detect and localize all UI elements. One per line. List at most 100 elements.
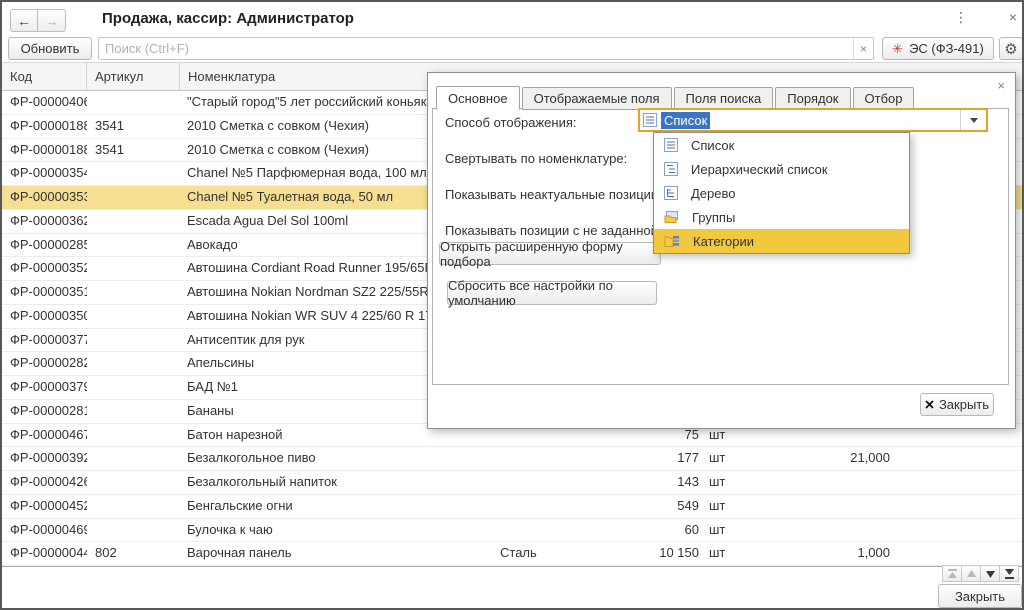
more-menu-icon[interactable]: ⋮ [952, 9, 970, 29]
dropdown-item[interactable]: Группы [654, 205, 909, 229]
gear-icon[interactable]: ⚙ [999, 37, 1023, 60]
cell-name: Безалкогольный напиток [187, 471, 499, 494]
groups-icon [664, 210, 679, 224]
refresh-button[interactable]: Обновить [8, 37, 92, 60]
table-row[interactable]: ФР-00000392Безалкогольное пиво177шт21,00… [2, 447, 1022, 471]
es-button-label: ЭС (ФЗ-491) [909, 41, 984, 56]
dropdown-item[interactable]: Иерархический список [654, 157, 909, 181]
popup-close-icon[interactable]: × [997, 78, 1005, 93]
tree-icon [664, 186, 678, 200]
title-bar: ← → Продажа, кассир: Администратор ⋮ × [2, 2, 1022, 35]
cell-price: 21,000 [747, 447, 890, 470]
cell-qty: 143 [602, 471, 699, 494]
reset-default-settings-button[interactable]: Сбросить все настройки по умолчанию [447, 281, 657, 305]
cell-article [95, 424, 180, 447]
popup-tabs: ОсновноеОтображаемые поляПоля поискаПоря… [436, 86, 916, 110]
cell-unit: шт [709, 447, 749, 470]
cell-qty: 10 150 [602, 542, 699, 565]
list-icon [664, 138, 678, 152]
popup-close-button-label: Закрыть [939, 397, 989, 412]
cell-code: ФР-00000285 [10, 234, 87, 257]
cell-article [95, 471, 180, 494]
page-title: Продажа, кассир: Администратор [102, 10, 354, 27]
back-arrow-icon: ← [17, 13, 31, 29]
cell-unit: шт [709, 519, 749, 542]
cell-name: Безалкогольное пиво [187, 447, 499, 470]
cell-code: ФР-00000188 [10, 139, 87, 162]
table-row[interactable]: ФР-00000426 Безалкогольный напиток 143 шт [2, 471, 1022, 495]
dropdown-item[interactable]: Категории [654, 229, 909, 253]
cell-unit: шт [709, 542, 749, 565]
table-row[interactable]: ФР-00000469Булочка к чаю60шт [2, 519, 1022, 543]
dropdown-item-label: Группы [692, 210, 735, 225]
cell-unit: шт [709, 471, 749, 494]
cell-article [95, 305, 180, 328]
popup-tab[interactable]: Порядок [775, 87, 850, 110]
cell-article [95, 495, 180, 518]
cell-article [95, 447, 180, 470]
column-header-article[interactable]: Артикул [87, 63, 180, 90]
scroll-buttons [943, 565, 1019, 582]
search-input[interactable] [99, 41, 853, 56]
cell-price [747, 495, 890, 518]
scroll-top-icon [947, 569, 958, 579]
cell-price: 1,000 [747, 542, 890, 565]
cell-price [747, 471, 890, 494]
combobox-dropdown-button[interactable] [960, 110, 986, 130]
scroll-down-button[interactable] [980, 565, 1000, 582]
popup-tab[interactable]: Основное [436, 86, 520, 110]
cell-code: ФР-00000044 [10, 542, 87, 565]
display-mode-combobox[interactable]: Список [638, 108, 988, 132]
nav-buttons: ← → [10, 9, 66, 32]
back-button[interactable]: ← [10, 9, 38, 32]
cell-qty: 60 [602, 519, 699, 542]
open-extended-selection-form-button[interactable]: Открыть расширенную форму подбора [439, 242, 661, 265]
popup-tab[interactable]: Отбор [853, 87, 915, 110]
scroll-up-button[interactable] [961, 565, 981, 582]
display-mode-value: Список [661, 112, 710, 129]
es-fz491-button[interactable]: ✳ ЭС (ФЗ-491) [882, 37, 994, 60]
cell-code: ФР-00000379 [10, 376, 87, 399]
cell-article [95, 400, 180, 423]
cell-code: ФР-00000350 [10, 305, 87, 328]
dropdown-item-label: Иерархический список [691, 162, 828, 177]
popup-tab[interactable]: Отображаемые поля [522, 87, 672, 110]
dropdown-item[interactable]: Список [654, 133, 909, 157]
cell-code: ФР-00000282 [10, 352, 87, 375]
cell-code: ФР-00000377 [10, 329, 87, 352]
column-header-code[interactable]: Код [2, 63, 87, 90]
dropdown-item[interactable]: Дерево [654, 181, 909, 205]
cell-qty: 177 [602, 447, 699, 470]
popup-close-button[interactable]: Закрыть [920, 393, 994, 416]
scroll-bottom-button[interactable] [999, 565, 1019, 582]
cell-price [747, 519, 890, 542]
dropdown-item-label: Дерево [691, 186, 735, 201]
popup-tab[interactable]: Поля поиска [674, 87, 774, 110]
close-x-icon [925, 400, 934, 409]
cell-article: 3541 [95, 115, 180, 138]
scroll-top-button[interactable] [942, 565, 962, 582]
forward-button[interactable]: → [38, 9, 66, 32]
cell-article [95, 519, 180, 542]
dropdown-item-label: Список [691, 138, 734, 153]
search-clear-icon[interactable]: × [853, 38, 873, 59]
table-row[interactable]: ФР-00000044802Варочная панельСталь10 150… [2, 542, 1022, 566]
cell-code: ФР-00000281 [10, 400, 87, 423]
cell-unit: шт [709, 495, 749, 518]
cell-article: 802 [95, 542, 180, 565]
cell-code: ФР-00000467 [10, 424, 87, 447]
display-mode-dropdown-list: Список Иерархический список Дерево Группы Ка… [653, 132, 910, 254]
forward-arrow-icon: → [45, 13, 59, 29]
cell-article [95, 257, 180, 280]
window-close-icon[interactable]: × [1004, 9, 1022, 29]
toolbar: Обновить × ✳ ЭС (ФЗ-491) ⚙ [2, 35, 1022, 62]
close-window-button[interactable]: Закрыть [938, 584, 1022, 608]
table-row[interactable]: ФР-00000452Бенгальские огни549шт [2, 495, 1022, 519]
cell-code: ФР-00000188 [10, 115, 87, 138]
hierarchical-list-icon [664, 162, 678, 176]
cell-code: ФР-00000426 [10, 471, 87, 494]
cell-qty: 549 [602, 495, 699, 518]
cell-article: 3541 [95, 139, 180, 162]
display-mode-label: Способ отображения: [445, 115, 577, 130]
cell-article [95, 186, 180, 209]
